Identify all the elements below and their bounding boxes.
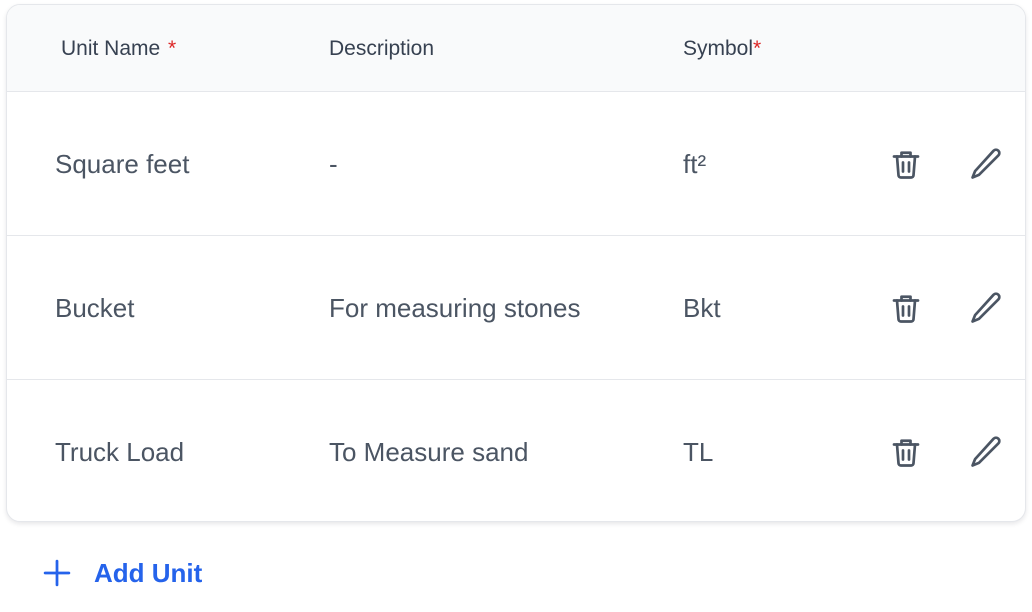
delete-button[interactable] [886, 144, 926, 184]
edit-button[interactable] [966, 432, 1006, 472]
table-row: Truck Load To Measure sand TL [7, 380, 1025, 521]
table-row: Square feet - ft² [7, 92, 1025, 236]
add-unit-label: Add Unit [94, 557, 203, 588]
cell-unit-name: Bucket [55, 293, 135, 323]
header-symbol: Symbol* [683, 5, 761, 92]
delete-button[interactable] [886, 288, 926, 328]
edit-button[interactable] [966, 288, 1006, 328]
trash-icon [892, 151, 920, 179]
required-marker: * [168, 37, 177, 60]
units-table: Unit Name * Description Symbol* Square f… [6, 4, 1026, 522]
trash-icon [892, 295, 920, 323]
cell-symbol: TL [683, 437, 714, 467]
header-description: Description [329, 37, 435, 60]
edit-button[interactable] [966, 144, 1006, 184]
pencil-icon [971, 436, 1001, 467]
header-unit-name-label: Unit Name [61, 37, 161, 60]
table-header: Unit Name * Description Symbol* [7, 5, 1025, 92]
cell-description: For measuring stones [329, 293, 581, 323]
cell-unit-name: Square feet [55, 149, 190, 179]
cell-description: - [329, 149, 338, 179]
delete-button[interactable] [886, 432, 926, 472]
cell-unit-name: Truck Load [55, 437, 185, 467]
required-marker: * [753, 37, 762, 60]
cell-symbol: ft² [683, 149, 707, 179]
header-unit-name: Unit Name * [61, 5, 176, 92]
cell-description: To Measure sand [329, 437, 529, 467]
trash-icon [892, 439, 920, 467]
add-unit-button[interactable]: Add Unit [40, 552, 202, 594]
pencil-icon [971, 292, 1001, 323]
cell-symbol: Bkt [683, 293, 721, 323]
table-row: Bucket For measuring stones Bkt [7, 236, 1025, 380]
pencil-icon [971, 148, 1001, 179]
header-symbol-label: Symbol [683, 37, 754, 60]
plus-icon [40, 556, 74, 590]
